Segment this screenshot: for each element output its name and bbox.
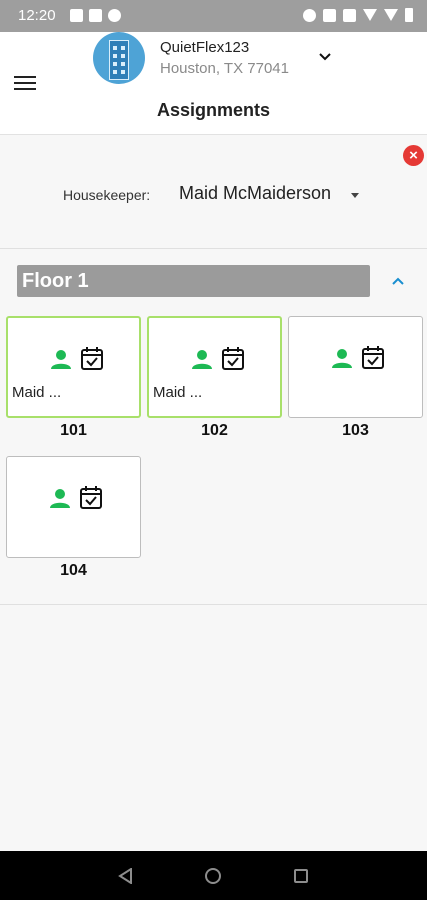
property-avatar[interactable] xyxy=(93,32,145,84)
alarm-icon xyxy=(303,8,316,22)
property-address[interactable]: Houston, TX 77041 xyxy=(160,60,289,77)
divider xyxy=(0,604,427,605)
recent-apps-icon[interactable] xyxy=(294,869,308,883)
building-icon xyxy=(109,40,129,80)
calendar-check-icon xyxy=(80,486,102,509)
wifi-icon xyxy=(363,9,377,21)
housekeeper-select[interactable]: Maid McMaiderson xyxy=(179,183,331,204)
menu-line-icon xyxy=(14,88,36,90)
room-number: 104 xyxy=(60,562,87,579)
back-icon[interactable] xyxy=(118,868,134,884)
dropdown-arrow-icon[interactable] xyxy=(351,193,359,198)
chat-icon xyxy=(70,9,83,22)
room-card[interactable] xyxy=(6,456,141,558)
status-time: 12:20 xyxy=(18,7,56,24)
room-assignee: Maid ... xyxy=(12,384,62,401)
app-header: QuietFlex123 Houston, TX 77041 Assignmen… xyxy=(0,32,427,135)
housekeeper-label: Housekeeper: xyxy=(63,187,151,203)
room-number: 103 xyxy=(342,422,369,439)
hamburger-menu-button[interactable] xyxy=(14,74,36,92)
close-button[interactable]: × xyxy=(403,145,424,166)
divider xyxy=(0,248,427,249)
room-assignee: Maid ... xyxy=(153,384,203,401)
system-nav-bar xyxy=(0,851,427,900)
status-bar: 12:20 xyxy=(0,0,427,32)
room-card[interactable] xyxy=(288,316,423,418)
linkedin-icon xyxy=(89,9,102,22)
room-card[interactable]: Maid ... xyxy=(147,316,282,418)
person-icon xyxy=(51,350,71,369)
home-icon[interactable] xyxy=(205,868,221,884)
calendar-check-icon xyxy=(81,347,103,370)
evernote-icon xyxy=(108,9,121,22)
property-name[interactable]: QuietFlex123 xyxy=(160,39,249,56)
chevron-down-icon[interactable] xyxy=(319,51,331,63)
close-icon: × xyxy=(409,147,418,164)
menu-line-icon xyxy=(14,76,36,78)
calendar-check-icon xyxy=(222,347,244,370)
page-title: Assignments xyxy=(156,100,271,120)
battery-icon xyxy=(405,8,413,22)
chevron-up-icon[interactable] xyxy=(391,276,405,286)
room-card[interactable]: Maid ... xyxy=(6,316,141,418)
calendar-check-icon xyxy=(362,346,384,369)
nfc-icon xyxy=(323,8,336,22)
person-icon xyxy=(192,350,212,369)
vibrate-icon xyxy=(343,8,356,22)
housekeeper-filter: Housekeeper: Maid McMaiderson xyxy=(0,183,427,207)
room-number: 101 xyxy=(60,422,87,439)
person-icon xyxy=(50,489,70,508)
floor-header[interactable]: Floor 1 xyxy=(17,265,370,297)
floor-title: Floor 1 xyxy=(22,270,89,292)
signal-icon xyxy=(384,9,398,21)
person-icon xyxy=(332,349,352,368)
room-number: 102 xyxy=(201,422,228,439)
menu-line-icon xyxy=(14,82,36,84)
